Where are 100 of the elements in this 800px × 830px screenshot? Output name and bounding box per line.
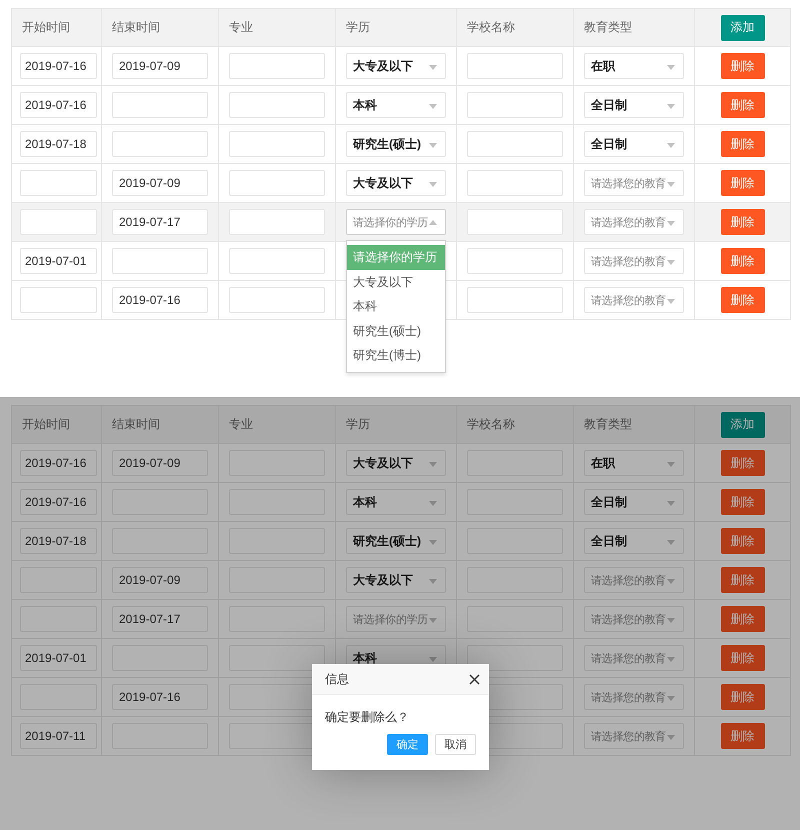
select-field[interactable]: 请选择您的教育 <box>584 170 684 196</box>
date-field[interactable]: 2019-07-09 <box>112 450 208 476</box>
caret-icon <box>429 501 437 506</box>
select-field[interactable]: 请选择您的教育 <box>584 209 684 235</box>
column-header: 结束时间 <box>112 417 160 431</box>
caret-icon <box>667 462 675 467</box>
caret-icon <box>429 540 437 545</box>
column-header: 学历 <box>346 20 370 34</box>
text-field[interactable] <box>467 248 563 274</box>
caret-icon <box>667 501 675 506</box>
caret-icon <box>429 220 437 225</box>
text-field[interactable] <box>229 92 325 118</box>
date-field[interactable]: 2019-07-16 <box>20 489 97 515</box>
text-field[interactable] <box>229 53 325 79</box>
text-field[interactable] <box>229 248 325 274</box>
text-field[interactable] <box>229 209 325 235</box>
caret-icon <box>667 618 675 623</box>
select-field[interactable]: 请选择您的教育 <box>584 248 684 274</box>
text-field[interactable] <box>229 170 325 196</box>
text-field[interactable] <box>467 170 563 196</box>
text-field[interactable] <box>467 92 563 118</box>
date-field[interactable]: 2019-07-16 <box>112 287 208 313</box>
add-button[interactable]: 添加 <box>720 14 764 40</box>
date-field[interactable] <box>20 287 97 313</box>
column-header: 开始时间 <box>22 20 70 34</box>
date-field[interactable] <box>112 131 208 157</box>
date-field[interactable]: 2019-07-09 <box>112 53 208 79</box>
text-field[interactable] <box>467 131 563 157</box>
dialog-title: 信息 <box>325 670 349 688</box>
date-field[interactable]: 2019-07-16 <box>20 92 97 118</box>
date-field[interactable]: 2019-07-16 <box>20 53 97 79</box>
select-field[interactable]: 全日制 <box>584 528 684 554</box>
date-field[interactable]: 2019-07-18 <box>20 528 97 554</box>
date-field[interactable]: 2019-07-17 <box>112 606 208 632</box>
select-field[interactable]: 全日制 <box>584 489 684 515</box>
cancel-button[interactable]: 取消 <box>435 734 476 755</box>
caret-icon <box>429 104 437 109</box>
caret-icon <box>429 579 437 584</box>
date-field[interactable]: 2019-07-18 <box>20 131 97 157</box>
column-header: 学历 <box>346 417 370 431</box>
dropdown-option[interactable]: 大专及以下 <box>347 270 445 294</box>
caret-icon <box>667 657 675 662</box>
select-field[interactable]: 在职 <box>584 53 684 79</box>
caret-icon <box>667 540 675 545</box>
select-field[interactable]: 本科 <box>346 489 446 515</box>
caret-icon <box>429 182 437 187</box>
date-field[interactable]: 2019-07-17 <box>112 209 208 235</box>
select-field[interactable]: 大专及以下 <box>346 567 446 593</box>
caret-icon <box>429 65 437 70</box>
select-field[interactable]: 大专及以下 <box>346 53 446 79</box>
text-field[interactable] <box>467 645 563 671</box>
select-field[interactable]: 本科 <box>346 92 446 118</box>
text-field[interactable] <box>229 287 325 313</box>
text-field[interactable] <box>467 287 563 313</box>
select-field[interactable]: 请选择您的教育 <box>584 287 684 313</box>
caret-icon <box>667 696 675 701</box>
text-field[interactable] <box>467 209 563 235</box>
caret-icon <box>667 143 675 148</box>
date-field[interactable]: 2019-07-16 <box>20 450 97 476</box>
select-field[interactable]: 大专及以下 <box>346 450 446 476</box>
caret-icon <box>667 104 675 109</box>
caret-icon <box>429 143 437 148</box>
caret-icon <box>429 462 437 467</box>
caret-icon <box>667 182 675 187</box>
column-header: 开始时间 <box>22 417 70 431</box>
date-field[interactable] <box>112 248 208 274</box>
close-icon[interactable] <box>469 674 480 684</box>
dialog-message: 确定要删除么？ <box>325 710 409 724</box>
select-field[interactable]: 全日制 <box>584 131 684 157</box>
date-field[interactable] <box>112 92 208 118</box>
select-field[interactable]: 研究生(硕士) <box>346 131 446 157</box>
column-header: 专业 <box>229 20 253 34</box>
caret-icon <box>667 579 675 584</box>
column-header: 学校名称 <box>467 417 515 431</box>
date-field[interactable] <box>20 170 97 196</box>
dropdown-option[interactable]: 研究生(博士) <box>347 343 445 368</box>
caret-icon <box>429 618 437 623</box>
date-field[interactable]: 2019-07-11 <box>20 723 97 749</box>
text-field[interactable] <box>229 645 325 671</box>
select-field[interactable]: 大专及以下 <box>346 170 446 196</box>
column-header: 结束时间 <box>112 20 160 34</box>
text-field[interactable] <box>467 53 563 79</box>
text-field[interactable] <box>229 131 325 157</box>
date-field[interactable]: 2019-07-09 <box>112 170 208 196</box>
column-header: 教育类型 <box>584 417 632 431</box>
column-header: 教育类型 <box>584 20 632 34</box>
date-field[interactable]: 2019-07-01 <box>20 248 97 274</box>
select-field[interactable]: 全日制 <box>584 92 684 118</box>
caret-icon <box>667 221 675 226</box>
select-field[interactable]: 研究生(硕士) <box>346 528 446 554</box>
date-field[interactable] <box>20 209 97 235</box>
date-field[interactable]: 2019-07-16 <box>112 684 208 710</box>
date-field[interactable]: 2019-07-09 <box>112 567 208 593</box>
select-field[interactable]: 在职 <box>584 450 684 476</box>
caret-icon <box>667 260 675 265</box>
caret-icon <box>667 299 675 304</box>
caret-icon <box>667 65 675 70</box>
column-header: 专业 <box>229 417 253 431</box>
date-field[interactable]: 2019-07-01 <box>20 645 97 671</box>
dropdown-option[interactable]: 研究生(硕士) <box>347 318 445 343</box>
